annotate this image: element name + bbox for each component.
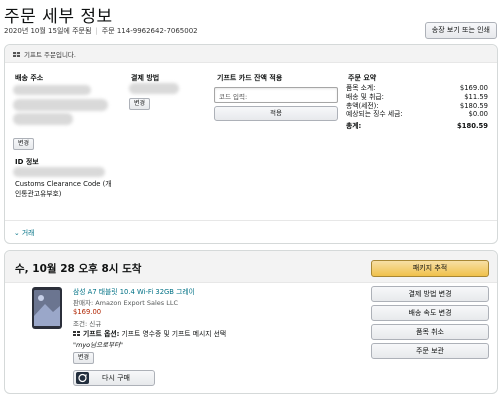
gift-option-text: 기프트 영수증 및 기프트 메시지 선택 — [121, 330, 227, 338]
buy-again-button[interactable]: 다시 구매 — [73, 370, 155, 386]
seller-text: 판매자: Amazon Export Sales LLC — [73, 299, 179, 307]
gift-icon — [73, 329, 80, 338]
gift-message: "myo님으로부터" — [73, 341, 124, 349]
summary-label: 품목 소계: — [346, 84, 376, 92]
page-title: 주문 세부 정보 — [4, 7, 113, 27]
summary-value: $169.00 — [459, 84, 488, 92]
summary-row: 품목 소계: $169.00 — [346, 84, 488, 93]
summary-label: 배송 및 취급: — [346, 92, 384, 101]
redacted-id — [13, 167, 105, 177]
gift-change-button[interactable]: 변경 — [73, 352, 95, 364]
redacted-address-line — [13, 85, 91, 95]
product-image[interactable] — [31, 286, 63, 330]
summary-label: 예상되는 징수 세금: — [346, 110, 403, 119]
product-title-link[interactable]: 삼성 A7 태블릿 10.4 Wi-Fi 32GB 그레이 — [73, 286, 195, 296]
summary-value: $0.00 — [468, 110, 488, 119]
summary-total-row: 총계: $180.59 — [346, 122, 488, 131]
buy-again-label: 다시 구매 — [102, 374, 130, 382]
track-package-button[interactable]: 패키지 추적 — [371, 260, 489, 277]
order-info-card: 기프트 주문입니다. 배송 주소 변경 ID 정보 Customs Cleara… — [4, 44, 498, 244]
condition-text: 조건: 신규 — [73, 320, 102, 328]
shipping-address-heading: 배송 주소 — [15, 74, 44, 82]
divider — [5, 220, 497, 221]
gift-notice-bar: 기프트 주문입니다. — [5, 45, 497, 63]
payment-change-button[interactable]: 변경 — [129, 98, 151, 110]
order-summary: 품목 소계: $169.00 배송 및 취급: $11.59 총액(세전): $180… — [346, 84, 488, 131]
redacted-address-line — [13, 99, 108, 111]
gift-code-input[interactable]: 코드 입력: — [214, 87, 338, 103]
archive-order-button[interactable]: 주문 보관 — [371, 343, 489, 359]
id-info-heading: ID 정보 — [15, 158, 39, 166]
product-price: $169.00 — [73, 308, 102, 316]
change-payment-button[interactable]: 결제 방법 변경 — [371, 286, 489, 302]
order-number: 주문 114-9962642-7065002 — [101, 27, 198, 35]
summary-total-value: $180.59 — [457, 122, 488, 131]
transactions-link-label: 거래 — [21, 229, 35, 237]
apply-button[interactable]: 적용 — [214, 106, 338, 121]
chevron-down-icon: ⌄ — [14, 229, 22, 237]
invoice-button[interactable]: 송장 보기 또는 인쇄 — [424, 22, 497, 39]
change-shipping-speed-button[interactable]: 배송 속도 변경 — [371, 305, 489, 321]
gift-icon — [13, 50, 20, 57]
order-summary-heading: 주문 요약 — [348, 74, 377, 82]
meta-separator: | — [95, 27, 98, 35]
gift-notice-text: 기프트 주문입니다. — [24, 50, 76, 59]
cancel-items-button[interactable]: 품목 취소 — [371, 324, 489, 340]
shipping-change-button[interactable]: 변경 — [13, 138, 35, 150]
redacted-address-line — [13, 113, 73, 125]
delivery-date-title: 수, 10월 28 오후 8시 도착 — [15, 263, 142, 275]
summary-value: $180.59 — [459, 101, 488, 110]
transactions-toggle[interactable]: ⌄ 거래 — [14, 227, 34, 237]
gift-card-heading: 기프트 카드 잔액 적용 — [217, 74, 283, 82]
summary-value: $11.59 — [464, 92, 488, 101]
order-meta: 2020년 10월 15일에 주문됨 | 주문 114-9962642-706500… — [4, 26, 198, 36]
shipment-card: 수, 10월 28 오후 8시 도착 패키지 추적 삼성 A7 태블릿 10.4… — [4, 250, 498, 394]
order-date: 2020년 10월 15일에 주문됨 — [4, 27, 92, 35]
buy-again-icon — [76, 372, 89, 384]
payment-method-heading: 결제 방법 — [131, 74, 160, 82]
redacted-payment — [129, 83, 179, 94]
summary-total-label: 총계: — [346, 122, 362, 131]
customs-clearance-text: Customs Clearance Code (개인통관고유부호) — [15, 180, 112, 198]
summary-row: 배송 및 취급: $11.59 — [346, 93, 488, 102]
gift-option-label: 기프트 옵션: — [83, 330, 120, 338]
summary-row: 예상되는 징수 세금: $0.00 — [346, 110, 488, 119]
gift-option: 기프트 옵션: 기프트 영수증 및 기프트 메시지 선택 — [73, 328, 226, 338]
